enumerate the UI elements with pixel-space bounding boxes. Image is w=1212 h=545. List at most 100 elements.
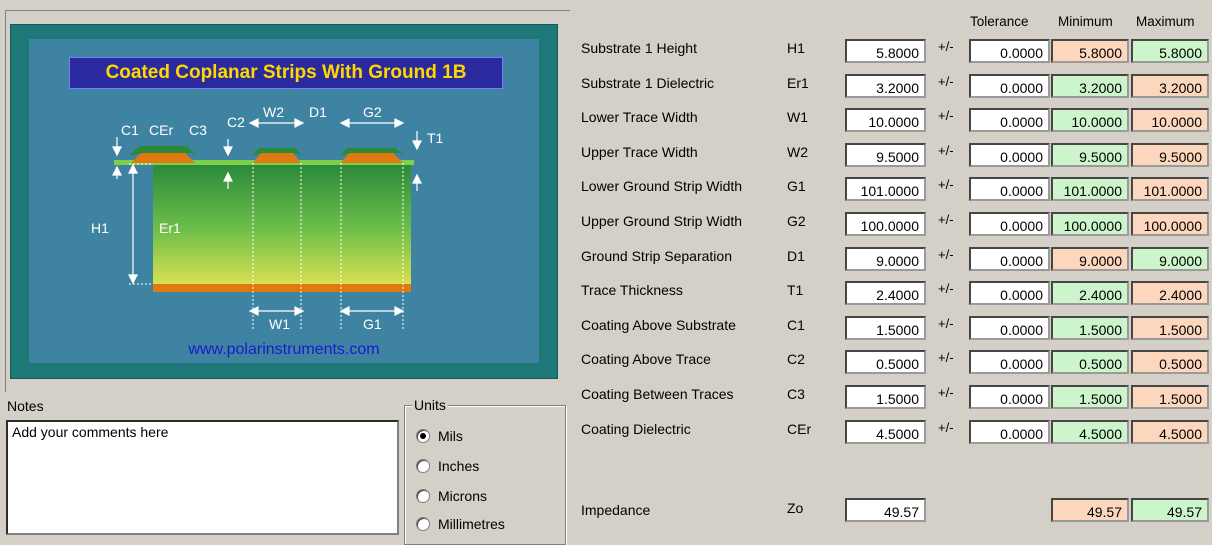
param-value-input[interactable]: 101.0000 xyxy=(845,177,926,201)
param-label: Coating Dielectric xyxy=(581,421,691,437)
param-value-input[interactable]: 100.0000 xyxy=(845,212,926,236)
label-d1: D1 xyxy=(309,104,327,120)
units-option-label: Microns xyxy=(438,488,488,504)
param-tolerance-input[interactable]: 0.0000 xyxy=(969,385,1050,409)
param-symbol: G2 xyxy=(787,213,806,229)
units-option-microns[interactable]: Microns xyxy=(416,485,487,507)
param-maximum-field: 2.4000 xyxy=(1131,281,1209,305)
plus-minus-label: +/- xyxy=(938,108,954,123)
radio-microns-icon[interactable] xyxy=(416,489,430,503)
param-maximum-field: 9.5000 xyxy=(1131,143,1209,167)
param-symbol: CEr xyxy=(787,421,812,437)
param-value-input[interactable]: 10.0000 xyxy=(845,108,926,132)
frame-top-border xyxy=(5,10,570,11)
param-value-input[interactable]: 4.5000 xyxy=(845,420,926,444)
label-w2: W2 xyxy=(263,104,284,120)
param-minimum-field: 2.4000 xyxy=(1051,281,1129,305)
param-symbol: W2 xyxy=(787,144,808,160)
units-option-label: Inches xyxy=(438,458,480,474)
units-option-mils[interactable]: Mils xyxy=(416,425,463,447)
param-value-input[interactable]: 0.5000 xyxy=(845,350,926,374)
param-tolerance-input[interactable]: 0.0000 xyxy=(969,281,1050,305)
param-label: Ground Strip Separation xyxy=(581,248,732,264)
diagram-title: Coated Coplanar Strips With Ground 1B xyxy=(69,57,503,89)
param-label: Trace Thickness xyxy=(581,282,683,298)
param-label: Coating Above Trace xyxy=(581,351,711,367)
param-symbol: D1 xyxy=(787,248,805,264)
param-tolerance-input[interactable]: 0.0000 xyxy=(969,350,1050,374)
label-w1: W1 xyxy=(269,316,290,332)
param-symbol: C2 xyxy=(787,351,805,367)
diagram-background: C1 CEr C3 C2 W2 D1 G2 T1 H1 Er1 W1 G1 Co… xyxy=(29,39,539,363)
param-tolerance-input[interactable]: 0.0000 xyxy=(969,316,1050,340)
units-option-inches[interactable]: Inches xyxy=(416,455,479,477)
param-tolerance-input[interactable]: 0.0000 xyxy=(969,143,1050,167)
param-maximum-field: 5.8000 xyxy=(1131,39,1209,63)
param-tolerance-input[interactable]: 0.0000 xyxy=(969,108,1050,132)
param-value-input[interactable]: 3.2000 xyxy=(845,74,926,98)
label-c1: C1 xyxy=(121,122,139,138)
label-h1: H1 xyxy=(91,220,109,236)
param-tolerance-input[interactable]: 0.0000 xyxy=(969,212,1050,236)
param-label: Coating Above Substrate xyxy=(581,317,736,333)
param-symbol: C3 xyxy=(787,386,805,402)
param-symbol: Er1 xyxy=(787,75,809,91)
param-value-input[interactable]: 1.5000 xyxy=(845,316,926,340)
plus-minus-label: +/- xyxy=(938,316,954,331)
param-minimum-field: 4.5000 xyxy=(1051,420,1129,444)
plus-minus-label: +/- xyxy=(938,74,954,89)
ground-plane xyxy=(153,284,411,292)
param-tolerance-input[interactable]: 0.0000 xyxy=(969,74,1050,98)
label-c2: C2 xyxy=(227,114,245,130)
units-option-millimetres[interactable]: Millimetres xyxy=(416,513,505,535)
param-minimum-field: 9.0000 xyxy=(1051,247,1129,271)
param-maximum-field: 4.5000 xyxy=(1131,420,1209,444)
notes-label: Notes xyxy=(7,398,44,414)
plus-minus-label: +/- xyxy=(938,247,954,262)
structure-diagram: C1 CEr C3 C2 W2 D1 G2 T1 H1 Er1 W1 G1 Co… xyxy=(10,24,558,379)
param-tolerance-input[interactable]: 0.0000 xyxy=(969,420,1050,444)
param-label: Upper Trace Width xyxy=(581,144,698,160)
label-g2: G2 xyxy=(363,104,382,120)
impedance-maximum: 49.57 xyxy=(1131,498,1209,522)
param-label: Substrate 1 Height xyxy=(581,40,697,56)
param-minimum-field: 100.0000 xyxy=(1051,212,1129,236)
plus-minus-label: +/- xyxy=(938,212,954,227)
param-value-input[interactable]: 9.5000 xyxy=(845,143,926,167)
param-maximum-field: 1.5000 xyxy=(1131,316,1209,340)
upper-trace xyxy=(253,153,301,163)
substrate-body xyxy=(153,164,411,284)
units-option-label: Millimetres xyxy=(438,516,505,532)
impedance-label: Impedance xyxy=(581,502,651,518)
param-value-input[interactable]: 2.4000 xyxy=(845,281,926,305)
plus-minus-label: +/- xyxy=(938,420,954,435)
param-value-input[interactable]: 1.5000 xyxy=(845,385,926,409)
header-minimum: Minimum xyxy=(1058,14,1113,29)
param-minimum-field: 10.0000 xyxy=(1051,108,1129,132)
radio-millimetres-icon[interactable] xyxy=(416,517,430,531)
param-label: Substrate 1 Dielectric xyxy=(581,75,715,91)
frame-left-border xyxy=(5,10,6,392)
header-tolerance: Tolerance xyxy=(970,14,1029,29)
param-maximum-field: 0.5000 xyxy=(1131,350,1209,374)
param-value-input[interactable]: 9.0000 xyxy=(845,247,926,271)
param-tolerance-input[interactable]: 0.0000 xyxy=(969,247,1050,271)
param-tolerance-input[interactable]: 0.0000 xyxy=(969,39,1050,63)
radio-mils-icon[interactable] xyxy=(416,429,430,443)
param-label: Coating Between Traces xyxy=(581,386,734,402)
radio-inches-icon[interactable] xyxy=(416,459,430,473)
plus-minus-label: +/- xyxy=(938,385,954,400)
header-maximum: Maximum xyxy=(1136,14,1195,29)
param-maximum-field: 3.2000 xyxy=(1131,74,1209,98)
param-symbol: H1 xyxy=(787,40,805,56)
plus-minus-label: +/- xyxy=(938,281,954,296)
param-label: Lower Ground Strip Width xyxy=(581,178,743,194)
label-g1: G1 xyxy=(363,316,382,332)
param-tolerance-input[interactable]: 0.0000 xyxy=(969,177,1050,201)
label-cer: CEr xyxy=(149,122,173,138)
param-minimum-field: 1.5000 xyxy=(1051,316,1129,340)
param-value-input[interactable]: 5.8000 xyxy=(845,39,926,63)
left-strip xyxy=(131,153,195,163)
plus-minus-label: +/- xyxy=(938,350,954,365)
notes-textarea[interactable]: Add your comments here xyxy=(6,420,399,535)
